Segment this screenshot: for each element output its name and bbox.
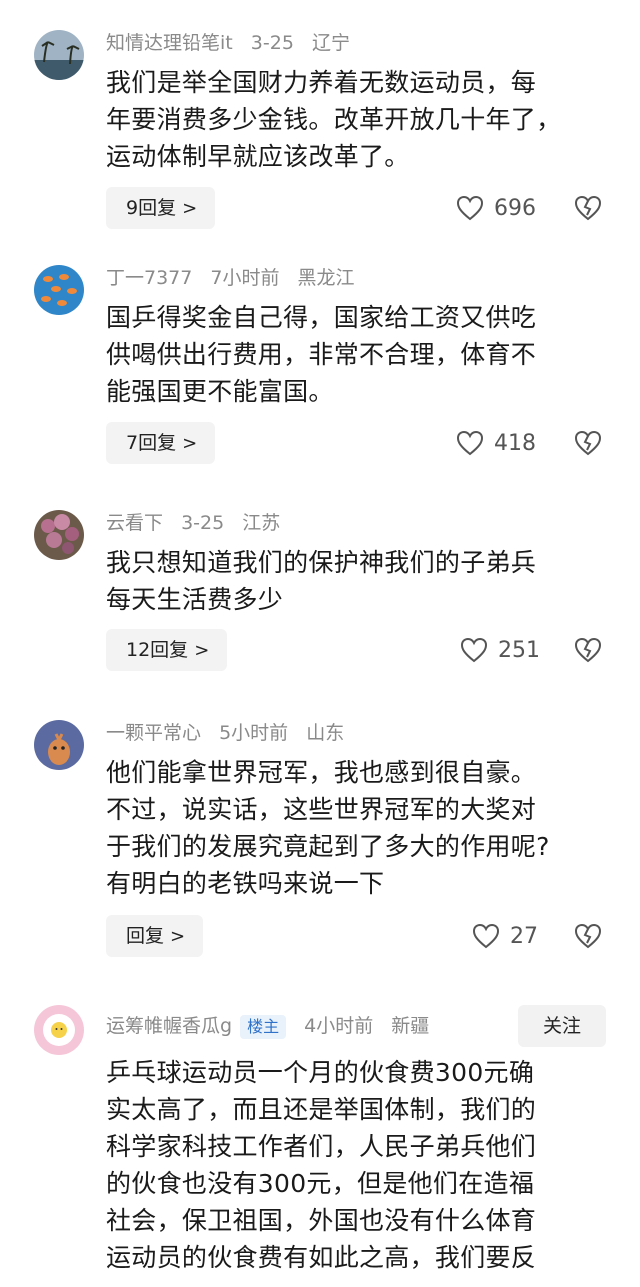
chevron-right-icon: >	[182, 198, 198, 219]
avatar[interactable]	[34, 510, 84, 560]
comment-line: 国乒得奖金自己得，国家给工资又供吃	[106, 303, 537, 332]
comment-text: 乒乓球运动员一个月的伙食费300元确 实太高了，而且还是举国体制，我们的 科学家…	[106, 1054, 606, 1276]
follow-button[interactable]: 关注	[518, 1005, 606, 1047]
comment-line: 运动体制早就应该改革了。	[106, 142, 410, 171]
username[interactable]: 运筹帷幄香瓜g	[106, 1015, 232, 1037]
comment-line: 我只想知道我们的保护神我们的子弟兵	[106, 548, 537, 577]
broken-heart-icon	[574, 637, 602, 663]
comment-location: 新疆	[391, 1015, 430, 1037]
like-count: 27	[510, 923, 538, 949]
comment-location: 黑龙江	[297, 267, 355, 289]
username[interactable]: 知情达理铅笔it	[106, 32, 233, 54]
comment-meta: 一颗平常心 5小时前 山东	[106, 718, 356, 748]
comment-time: 3-25	[181, 512, 225, 534]
comment-line: 能强国更不能富国。	[106, 377, 334, 406]
heart-outline-icon	[460, 637, 488, 663]
avatar[interactable]	[34, 30, 84, 80]
view-replies-button[interactable]: 9回复 >	[106, 187, 216, 229]
comment-item: 一颗平常心 5小时前 山东 他们能拿世界冠军，我也感到很自豪。 不过，说实话，这…	[0, 700, 640, 990]
comment-meta: 云看下 3-25 江苏	[106, 508, 292, 538]
like-button[interactable]: 696	[456, 187, 536, 229]
broken-heart-icon	[574, 923, 602, 949]
comment-line: 科学家科技工作者们，人民子弟兵他们	[106, 1132, 537, 1161]
comment-line: 运动员的伙食费有如此之高，我们要反	[106, 1243, 537, 1272]
comment-line: 他们能拿世界冠军，我也感到很自豪。	[106, 758, 537, 787]
like-count: 696	[494, 195, 536, 221]
reply-count-label: 7回复	[126, 432, 177, 454]
avatar[interactable]	[34, 265, 84, 315]
comment-line: 每天生活费多少	[106, 585, 284, 614]
dislike-button[interactable]	[574, 194, 602, 222]
heart-outline-icon	[456, 430, 484, 456]
avatar[interactable]	[34, 1005, 84, 1055]
like-button[interactable]: 251	[460, 629, 540, 671]
comment-line: 供喝供出行费用，非常不合理，体育不	[106, 340, 537, 369]
chevron-right-icon: >	[194, 640, 210, 661]
author-badge: 楼主	[240, 1014, 287, 1039]
reply-count-label: 9回复	[126, 197, 177, 219]
comment-item: 云看下 3-25 江苏 我只想知道我们的保护神我们的子弟兵 每天生活费多少 12…	[0, 490, 640, 700]
heart-outline-icon	[472, 923, 500, 949]
comment-line: 实太高了，而且还是举国体制，我们的	[106, 1095, 537, 1124]
comment-item: 知情达理铅笔it 3-25 辽宁 我们是举全国财力养着无数运动员，每 年要消费多…	[0, 0, 640, 250]
view-replies-button[interactable]: 12回复 >	[106, 629, 228, 671]
broken-heart-icon	[574, 195, 602, 221]
comment-location: 江苏	[242, 512, 281, 534]
comment-time: 5小时前	[219, 722, 289, 744]
comment-text: 他们能拿世界冠军，我也感到很自豪。 不过，说实话，这些世界冠军的大奖对 于我们的…	[106, 754, 606, 902]
like-button[interactable]: 418	[456, 422, 536, 464]
comment-time: 7小时前	[210, 267, 280, 289]
comment-line: 于我们的发展究竟起到了多大的作用呢?	[106, 832, 550, 861]
comment-meta: 丁一7377 7小时前 黑龙江	[106, 263, 367, 293]
username[interactable]: 一颗平常心	[106, 722, 201, 744]
heart-outline-icon	[456, 195, 484, 221]
like-count: 418	[494, 430, 536, 456]
comment-location: 山东	[306, 722, 345, 744]
comment-item: 运筹帷幄香瓜g 楼主 4小时前 新疆 关注 乒乓球运动员一个月的伙食费300元确 …	[0, 990, 640, 1287]
comment-meta: 知情达理铅笔it 3-25 辽宁	[106, 28, 362, 58]
like-count: 251	[498, 637, 540, 663]
comment-line: 年要消费多少金钱。改革开放几十年了，	[106, 105, 562, 134]
comment-text: 国乒得奖金自己得，国家给工资又供吃 供喝供出行费用，非常不合理，体育不 能强国更…	[106, 299, 606, 410]
dislike-button[interactable]	[574, 922, 602, 950]
reply-count-label: 12回复	[126, 639, 189, 661]
comment-line: 社会，保卫祖国，外国也没有什么体育	[106, 1206, 537, 1235]
username[interactable]: 丁一7377	[106, 267, 192, 289]
comment-line: 乒乓球运动员一个月的伙食费300元确	[106, 1058, 535, 1087]
chevron-right-icon: >	[170, 926, 186, 947]
comment-line: 我们是举全国财力养着无数运动员，每	[106, 68, 537, 97]
comment-line: 的伙食也没有300元，但是他们在造福	[106, 1169, 535, 1198]
comment-meta: 运筹帷幄香瓜g 楼主 4小时前 新疆	[106, 1011, 441, 1041]
broken-heart-icon	[574, 430, 602, 456]
view-replies-button[interactable]: 回复 >	[106, 915, 204, 957]
comment-location: 辽宁	[311, 32, 350, 54]
comment-item: 丁一7377 7小时前 黑龙江 国乒得奖金自己得，国家给工资又供吃 供喝供出行费…	[0, 250, 640, 490]
chevron-right-icon: >	[182, 433, 198, 454]
comment-time: 4小时前	[304, 1015, 374, 1037]
comment-text: 我们是举全国财力养着无数运动员，每 年要消费多少金钱。改革开放几十年了， 运动体…	[106, 64, 606, 175]
dislike-button[interactable]	[574, 636, 602, 664]
dislike-button[interactable]	[574, 429, 602, 457]
like-button[interactable]: 27	[472, 915, 538, 957]
view-replies-button[interactable]: 7回复 >	[106, 422, 216, 464]
avatar[interactable]	[34, 720, 84, 770]
comment-line: 不过，说实话，这些世界冠军的大奖对	[106, 795, 537, 824]
comment-line: 有明白的老铁吗来说一下	[106, 869, 385, 898]
username[interactable]: 云看下	[106, 512, 163, 534]
reply-label: 回复	[126, 925, 165, 947]
comment-time: 3-25	[250, 32, 294, 54]
comment-text: 我只想知道我们的保护神我们的子弟兵 每天生活费多少	[106, 544, 606, 618]
